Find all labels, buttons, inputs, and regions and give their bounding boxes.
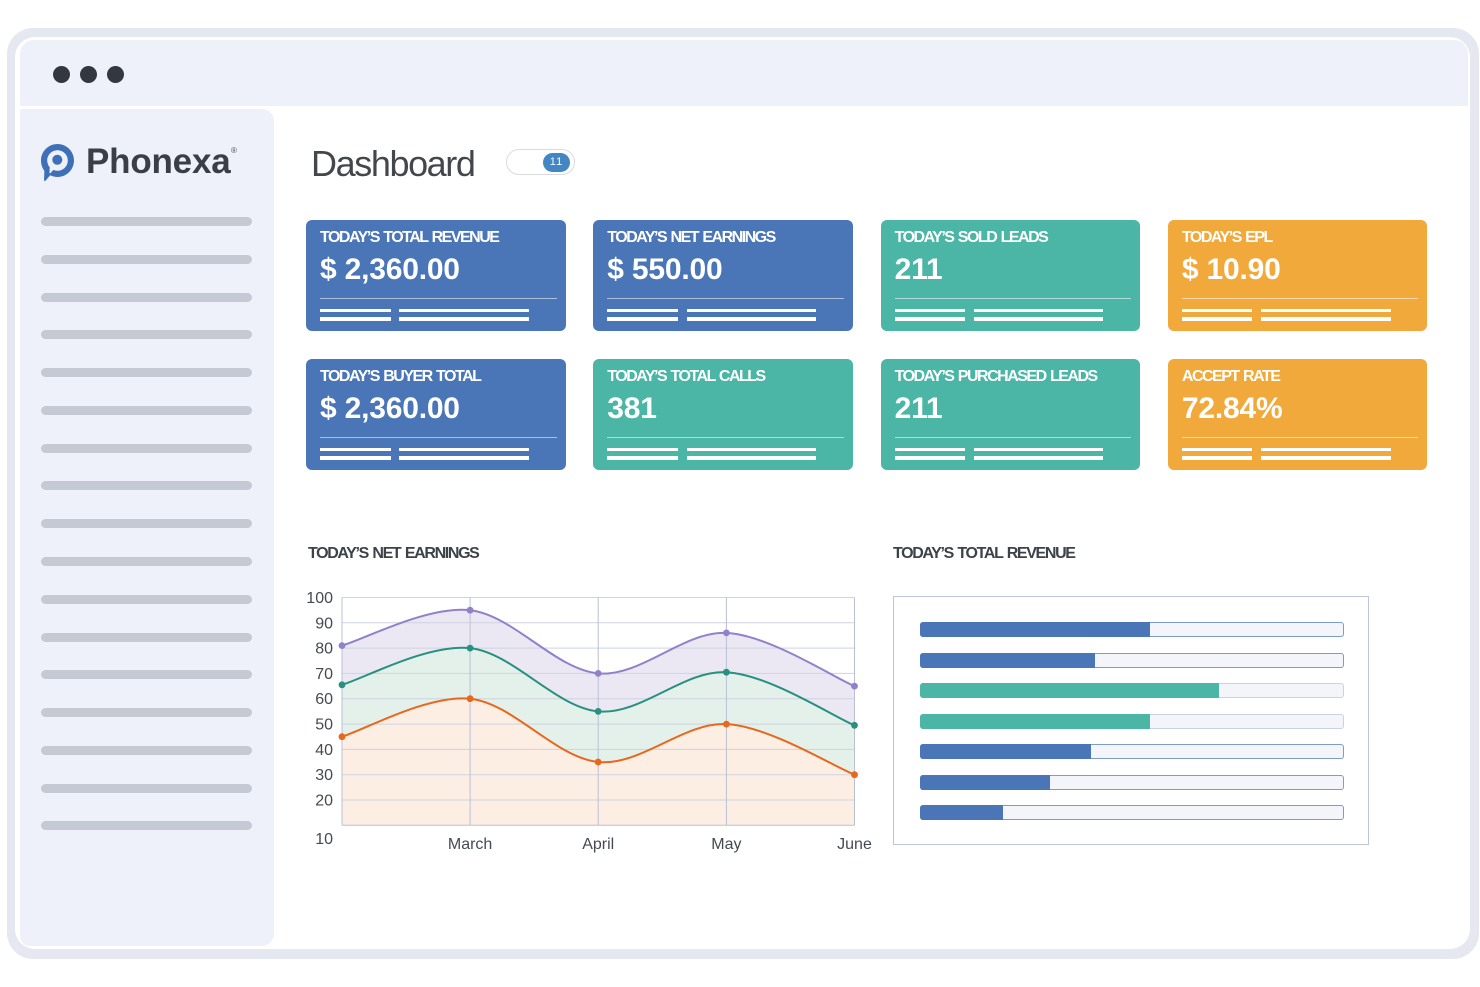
svg-text:March: March [448,836,492,853]
svg-text:20: 20 [315,793,333,810]
svg-text:60: 60 [315,691,333,708]
svg-text:100: 100 [306,590,333,607]
svg-text:June: June [837,836,872,853]
svg-text:80: 80 [315,641,333,658]
svg-text:70: 70 [315,666,333,683]
svg-text:50: 50 [315,717,333,734]
svg-text:10: 10 [315,831,333,848]
svg-text:May: May [711,836,741,853]
svg-text:90: 90 [315,615,333,632]
svg-text:40: 40 [315,742,333,759]
svg-text:April: April [582,836,614,853]
svg-text:30: 30 [315,767,333,784]
